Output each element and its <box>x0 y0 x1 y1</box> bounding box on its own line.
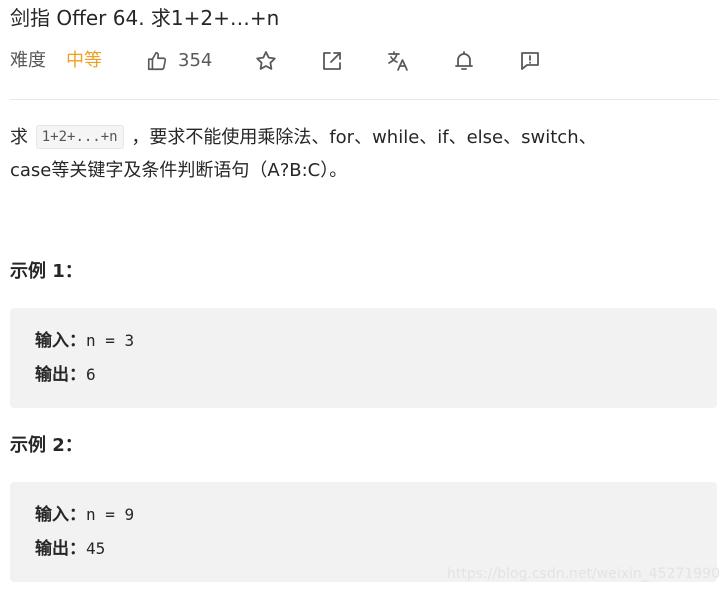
difficulty-label: 难度 <box>10 50 46 71</box>
example-1-input: 输入：n = 3 <box>35 329 134 353</box>
like-count: 354 <box>178 50 213 71</box>
feedback-button[interactable] <box>518 49 542 73</box>
thumbs-up-icon <box>146 50 168 72</box>
example-1-output: 输出：6 <box>35 363 96 387</box>
share-icon <box>320 49 344 73</box>
problem-meta-bar: 难度 中等 354 <box>10 46 710 76</box>
problem-description: 求 1+2+...+n ，要求不能使用乘除法、for、while、if、else… <box>10 121 710 187</box>
translate-icon <box>386 49 410 73</box>
input-value: n = 9 <box>86 505 135 524</box>
like-button[interactable]: 354 <box>146 46 212 76</box>
output-label: 输出： <box>35 539 86 559</box>
header-divider <box>10 99 718 100</box>
input-label: 输入： <box>35 505 86 525</box>
favorite-button[interactable] <box>254 49 278 73</box>
bell-icon <box>452 49 476 73</box>
output-value: 6 <box>86 365 96 384</box>
example-2-title: 示例 2： <box>10 435 83 456</box>
subscribe-button[interactable] <box>452 49 476 73</box>
example-2-input: 输入：n = 9 <box>35 503 134 527</box>
example-1-title: 示例 1： <box>10 261 83 282</box>
input-value: n = 3 <box>86 331 135 350</box>
input-label: 输入： <box>35 331 86 351</box>
problem-title: 剑指 Offer 64. 求1+2+…+n <box>10 6 280 30</box>
description-line1-rest: ，要求不能使用乘除法、for、while、if、else、switch、 <box>125 127 597 148</box>
description-line2: case等关键字及条件判断语句（A?B:C）。 <box>10 160 348 181</box>
share-button[interactable] <box>320 49 344 73</box>
difficulty-badge: 中等 <box>66 50 102 71</box>
inline-code: 1+2+...+n <box>35 125 124 149</box>
star-icon <box>254 49 278 73</box>
description-prefix: 求 <box>10 127 34 148</box>
output-label: 输出： <box>35 365 86 385</box>
feedback-icon <box>518 49 542 73</box>
example-2-output: 输出：45 <box>35 537 105 561</box>
translate-button[interactable] <box>386 49 410 73</box>
example-1-box: 输入：n = 3 输出：6 <box>10 308 717 408</box>
watermark: https://blog.csdn.net/weixin_45271990 <box>446 566 720 582</box>
output-value: 45 <box>86 539 106 558</box>
